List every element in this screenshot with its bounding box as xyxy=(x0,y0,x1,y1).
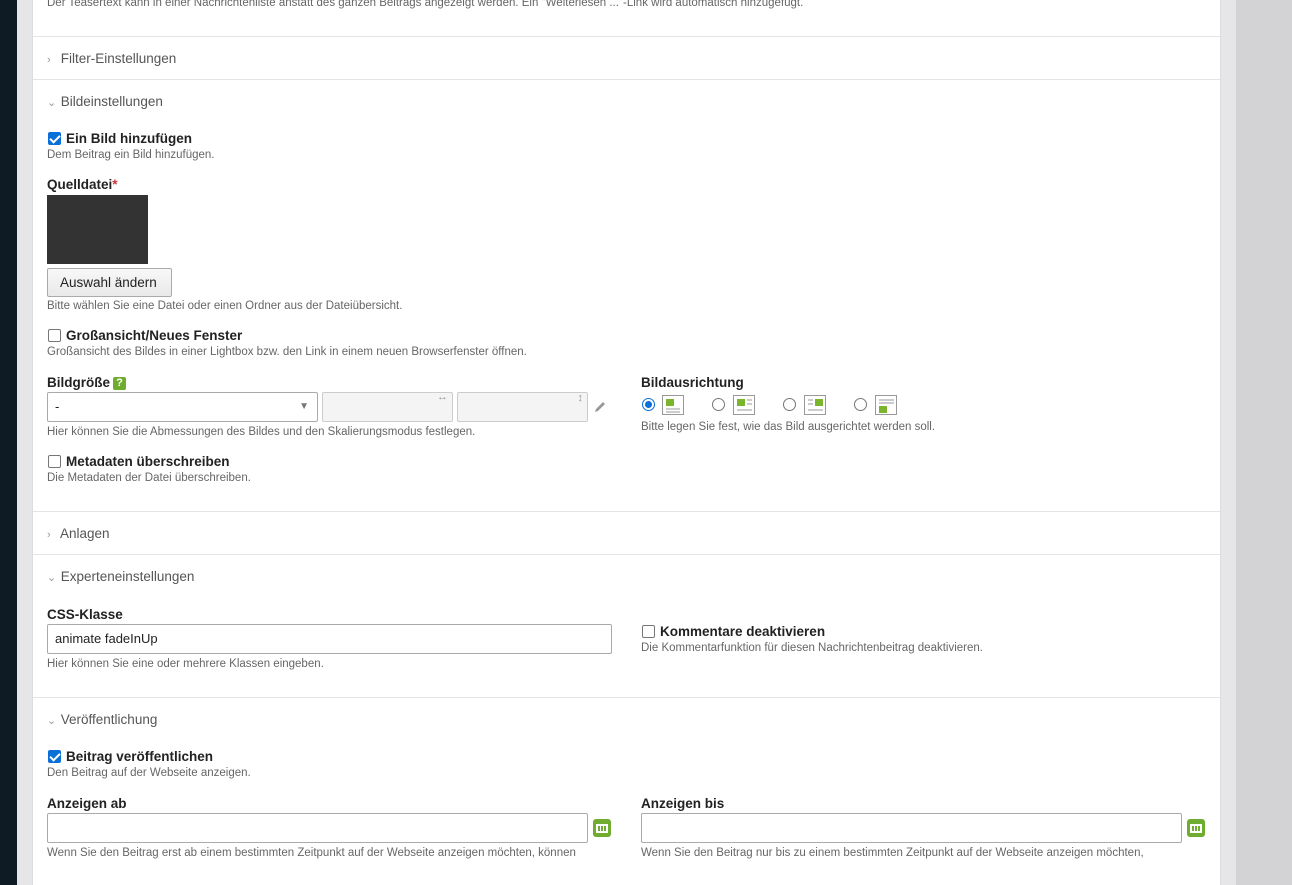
source-file-hint: Bitte wählen Sie eine Datei oder einen O… xyxy=(47,300,403,312)
calendar-icon[interactable] xyxy=(1187,819,1205,837)
alignment-radio-below[interactable] xyxy=(854,398,867,411)
height-arrows-icon: ↕ xyxy=(577,392,584,404)
show-from-label: Anzeigen ab xyxy=(47,796,127,811)
css-class-hint: Hier können Sie eine oder mehrere Klasse… xyxy=(47,658,324,670)
section-divider xyxy=(33,36,1220,37)
calendar-icon[interactable] xyxy=(593,819,611,837)
source-file-label: Quelldatei* xyxy=(47,177,118,192)
alignment-radio-above[interactable] xyxy=(642,398,655,411)
show-from-hint: Wenn Sie den Beitrag erst ab einem besti… xyxy=(47,847,576,859)
section-divider xyxy=(33,511,1220,512)
section-filter-legend[interactable]: › Filter-Einstellungen xyxy=(47,51,176,66)
section-divider xyxy=(33,79,1220,80)
section-publish-legend[interactable]: ⌄ Veröffentlichung xyxy=(47,712,157,727)
alignment-radio-left[interactable] xyxy=(712,398,725,411)
chevron-down-icon: ▼ xyxy=(299,401,309,412)
publish-checkbox[interactable] xyxy=(48,750,61,763)
add-image-label: Ein Bild hinzufügen xyxy=(66,131,192,146)
section-expert-title: Experteneinstellungen xyxy=(60,569,195,584)
show-until-hint: Wenn Sie den Beitrag nur bis zu einem be… xyxy=(641,847,1144,859)
pencil-icon[interactable] xyxy=(593,400,607,414)
source-file-label-text: Quelldatei xyxy=(47,177,113,192)
section-attachments-title: Anlagen xyxy=(60,526,110,541)
change-selection-button[interactable]: Auswahl ändern xyxy=(47,268,172,297)
align-right-icon xyxy=(804,395,826,415)
left-gutter xyxy=(17,0,32,885)
metadata-label: Metadaten überschreiben xyxy=(66,454,230,469)
image-size-select[interactable]: - ▼ xyxy=(47,392,318,422)
teaser-hint: Der Teasertext kann in einer Nachrichten… xyxy=(47,0,804,9)
image-size-select-value: - xyxy=(55,399,60,414)
metadata-checkbox[interactable] xyxy=(48,455,61,468)
edit-form-panel: Der Teasertext kann in einer Nachrichten… xyxy=(32,0,1221,885)
show-until-input[interactable] xyxy=(641,813,1182,843)
add-image-hint: Dem Beitrag ein Bild hinzufügen. xyxy=(47,149,215,161)
section-image-legend[interactable]: ⌄ Bildeinstellungen xyxy=(47,94,163,109)
section-divider xyxy=(33,554,1220,555)
publish-hint: Den Beitrag auf der Webseite anzeigen. xyxy=(47,767,251,779)
align-above-icon xyxy=(662,395,684,415)
fullsize-hint: Großansicht des Bildes in einer Lightbox… xyxy=(47,346,527,358)
section-image-title: Bildeinstellungen xyxy=(60,94,163,109)
required-marker: * xyxy=(112,177,118,192)
publish-label: Beitrag veröffentlichen xyxy=(66,749,214,764)
left-sidebar xyxy=(0,0,17,885)
css-class-input[interactable]: animate fadeInUp xyxy=(47,624,612,654)
right-scroll-area xyxy=(1236,0,1292,885)
image-height-input[interactable]: ↕ xyxy=(457,392,588,422)
section-attachments-legend[interactable]: › Anlagen xyxy=(47,526,110,541)
show-from-input[interactable] xyxy=(47,813,588,843)
alignment-radio-right[interactable] xyxy=(783,398,796,411)
chevron-down-icon: ⌄ xyxy=(47,572,57,584)
help-icon[interactable]: ? xyxy=(113,377,126,390)
align-below-icon xyxy=(875,395,897,415)
metadata-hint: Die Metadaten der Datei überschreiben. xyxy=(47,472,251,484)
css-class-label: CSS-Klasse xyxy=(47,607,123,622)
section-filter-title: Filter-Einstellungen xyxy=(60,51,177,66)
chevron-right-icon: › xyxy=(47,54,51,66)
chevron-down-icon: ⌄ xyxy=(47,97,57,109)
align-left-icon xyxy=(733,395,755,415)
section-publish-title: Veröffentlichung xyxy=(60,712,158,727)
image-size-label-text: Bildgröße xyxy=(47,375,110,390)
disable-comments-hint: Die Kommentarfunktion für diesen Nachric… xyxy=(641,642,983,654)
disable-comments-label: Kommentare deaktivieren xyxy=(660,624,826,639)
chevron-right-icon: › xyxy=(47,529,51,541)
width-arrows-icon: ↔ xyxy=(437,391,448,403)
section-divider xyxy=(33,697,1220,698)
show-until-label: Anzeigen bis xyxy=(641,796,725,811)
image-size-label: Bildgröße? xyxy=(47,375,126,390)
section-expert-legend[interactable]: ⌄ Experteneinstellungen xyxy=(47,569,194,584)
image-alignment-label: Bildausrichtung xyxy=(641,375,744,390)
image-thumbnail xyxy=(47,195,148,264)
fullsize-checkbox[interactable] xyxy=(48,329,61,342)
chevron-down-icon: ⌄ xyxy=(47,715,57,727)
image-width-input[interactable]: ↔ xyxy=(322,391,453,422)
image-size-hint: Hier können Sie die Abmessungen des Bild… xyxy=(47,426,476,438)
add-image-checkbox[interactable] xyxy=(48,132,61,145)
image-alignment-hint: Bitte legen Sie fest, wie das Bild ausge… xyxy=(641,421,936,433)
fullsize-label: Großansicht/Neues Fenster xyxy=(66,328,243,343)
disable-comments-checkbox[interactable] xyxy=(642,625,655,638)
